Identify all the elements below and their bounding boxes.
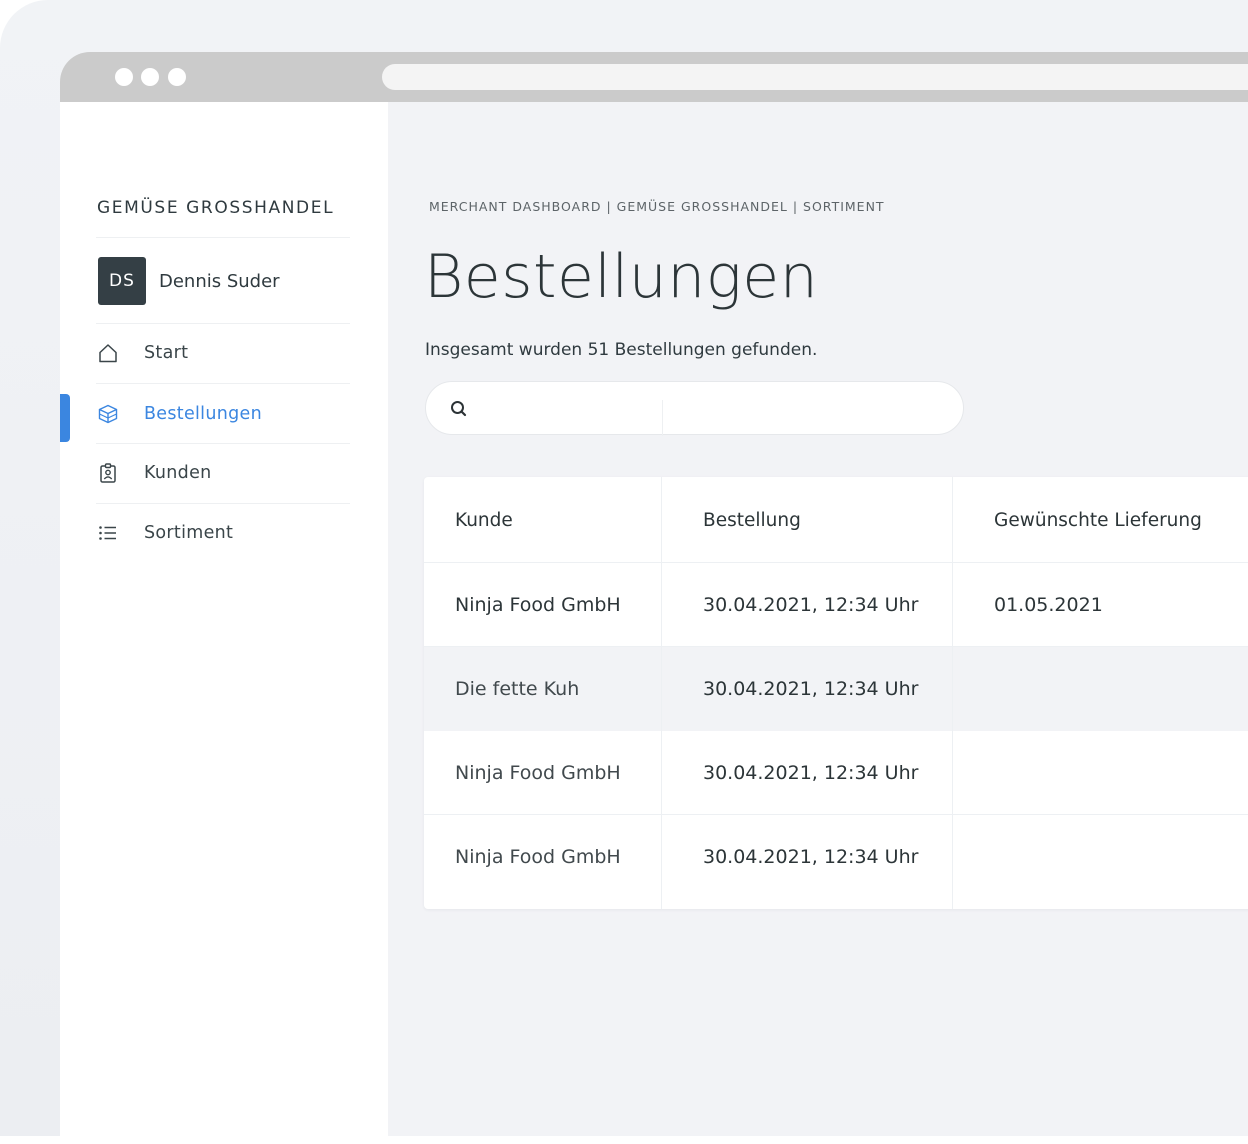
cell-bestellung: 30.04.2021, 12:34 Uhr [703, 594, 919, 616]
search-icon [448, 398, 470, 420]
table-row[interactable]: Ninja Food GmbH 30.04.2021, 12:34 Uhr [424, 731, 1248, 815]
box-icon [96, 402, 120, 426]
user-profile[interactable]: DS Dennis Suder [98, 257, 280, 305]
cell-kunde: Ninja Food GmbH [455, 762, 621, 784]
sidebar-item-label: Kunden [144, 463, 212, 483]
sidebar-item-label: Start [144, 343, 189, 363]
sidebar-item-label: Bestellungen [144, 404, 262, 424]
search-box[interactable] [425, 381, 964, 436]
main-content: MERCHANT DASHBOARD | GEMÜSE GROSSHANDEL … [388, 102, 1248, 1136]
browser-window: GEMÜSE GROSSHANDEL DS Dennis Suder Start [60, 52, 1248, 1136]
sidebar-item-kunden[interactable]: Kunden [96, 444, 350, 502]
table-header-row: Kunde Bestellung Gewünschte Lieferung [424, 477, 1248, 563]
table-row[interactable]: Ninja Food GmbH 30.04.2021, 12:34 Uhr 01… [424, 563, 1248, 647]
sidebar: GEMÜSE GROSSHANDEL DS Dennis Suder Start [60, 102, 388, 1136]
sidebar-item-label: Sortiment [144, 523, 234, 543]
sidebar-item-start[interactable]: Start [96, 324, 350, 382]
window-control-dot[interactable] [115, 68, 133, 86]
column-divider [952, 477, 953, 909]
window-control-dot[interactable] [168, 68, 186, 86]
table-row[interactable]: Die fette Kuh 30.04.2021, 12:34 Uhr [424, 647, 1248, 731]
home-icon [96, 341, 120, 365]
table-row[interactable]: Ninja Food GmbH 30.04.2021, 12:34 Uhr [424, 815, 1248, 909]
cell-bestellung: 30.04.2021, 12:34 Uhr [703, 678, 919, 700]
cell-bestellung: 30.04.2021, 12:34 Uhr [703, 846, 919, 868]
address-bar[interactable] [382, 64, 1248, 90]
cell-bestellung: 30.04.2021, 12:34 Uhr [703, 762, 919, 784]
id-badge-icon [96, 461, 120, 485]
orders-table: Kunde Bestellung Gewünschte Lieferung Ni… [424, 477, 1248, 909]
brand-name: GEMÜSE GROSSHANDEL [97, 198, 335, 218]
results-summary: Insgesamt wurden 51 Bestellungen gefunde… [425, 340, 818, 360]
browser-toolbar [60, 52, 1248, 102]
column-header-kunde[interactable]: Kunde [455, 477, 513, 563]
search-divider [662, 400, 663, 436]
active-nav-indicator [60, 394, 70, 442]
cell-kunde: Ninja Food GmbH [455, 846, 621, 868]
page-title: Bestellungen [424, 242, 819, 312]
cell-lieferung: 01.05.2021 [994, 594, 1103, 616]
user-name: Dennis Suder [159, 270, 280, 292]
column-header-lieferung[interactable]: Gewünschte Lieferung [994, 477, 1202, 563]
sidebar-divider [96, 383, 350, 384]
avatar: DS [98, 257, 146, 305]
sidebar-item-bestellungen[interactable]: Bestellungen [96, 385, 350, 443]
window-control-dot[interactable] [141, 68, 159, 86]
sidebar-item-sortiment[interactable]: Sortiment [96, 504, 350, 562]
sidebar-divider [96, 237, 350, 238]
list-icon [96, 521, 120, 545]
breadcrumb: MERCHANT DASHBOARD | GEMÜSE GROSSHANDEL … [429, 199, 885, 214]
cell-kunde: Die fette Kuh [455, 678, 580, 700]
search-input[interactable] [482, 390, 942, 428]
column-header-bestellung[interactable]: Bestellung [703, 477, 801, 563]
column-divider [661, 477, 662, 909]
cell-kunde: Ninja Food GmbH [455, 594, 621, 616]
